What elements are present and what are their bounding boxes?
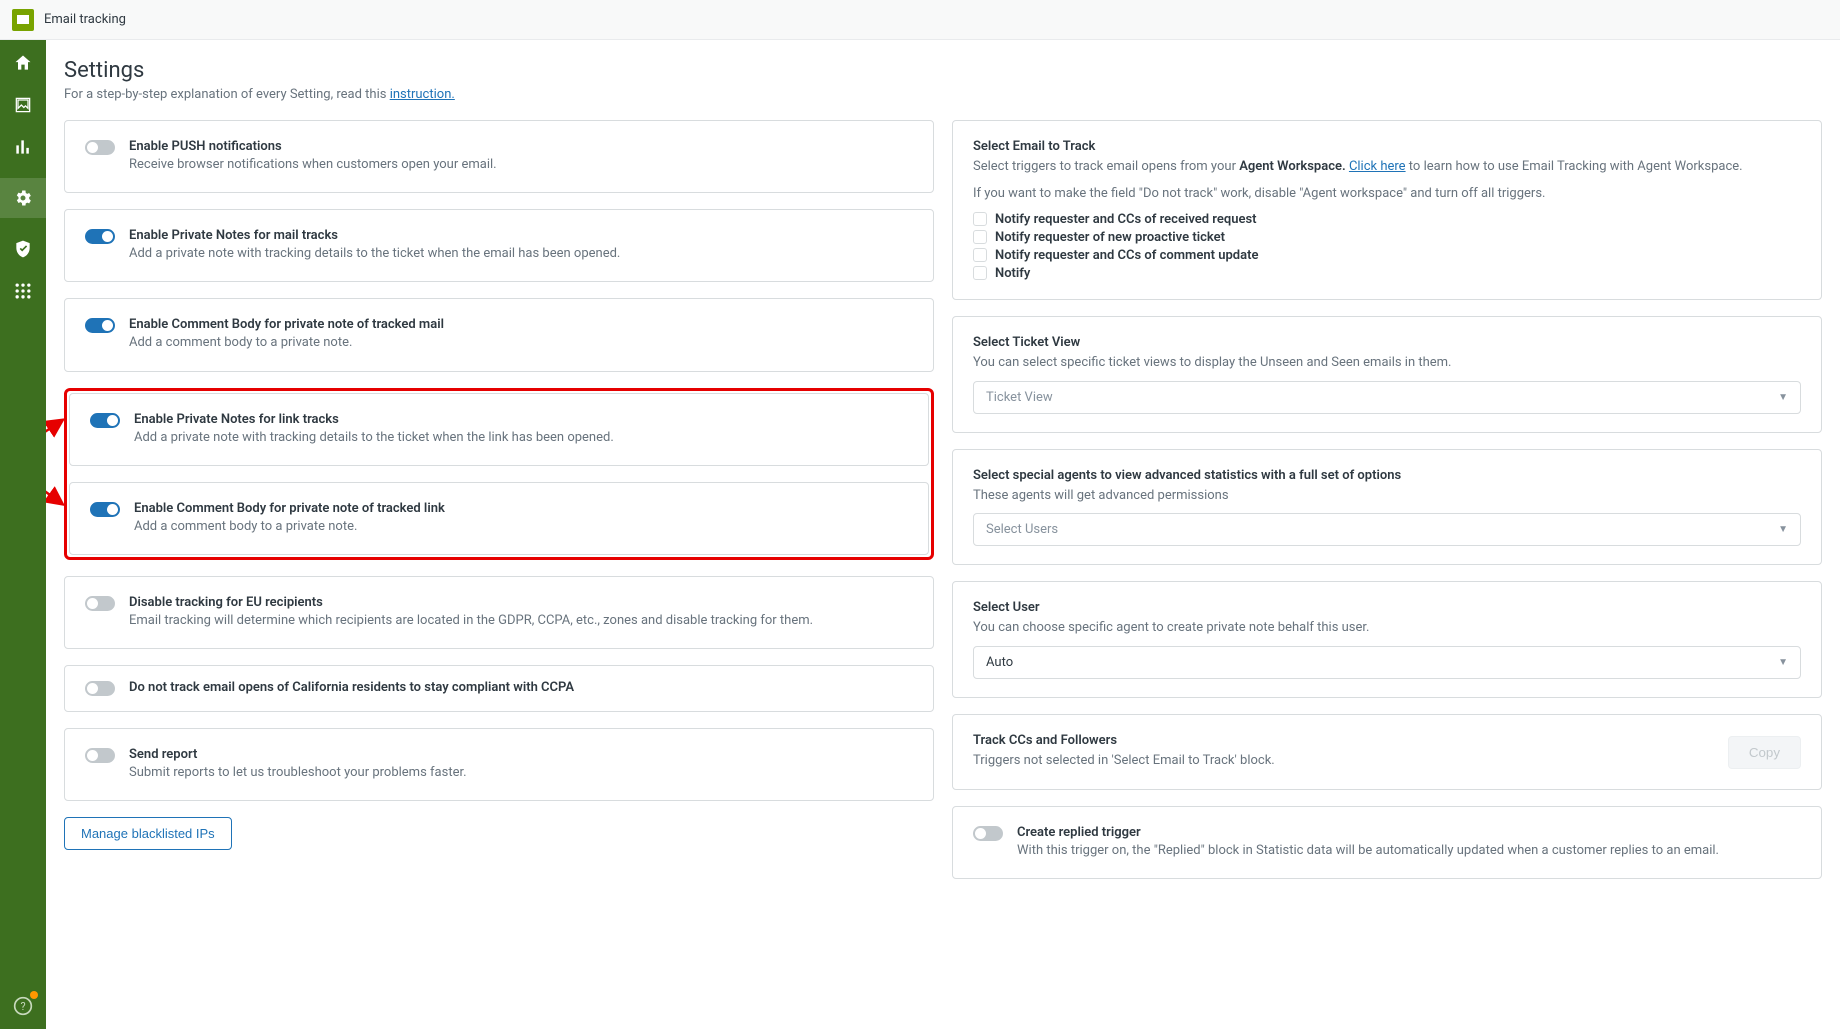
section-desc: You can choose specific agent to create … [973,619,1801,638]
image-icon[interactable] [12,94,34,116]
highlighted-settings: Enable Private Notes for link tracks Add… [64,388,934,560]
setting-desc: Email tracking will determine which reci… [129,612,813,630]
select-placeholder: Select Users [986,522,1058,537]
section-title: Select special agents to view advanced s… [973,468,1801,483]
section-desc-2: If you want to make the field "Do not tr… [973,185,1801,204]
ticket-view-select[interactable]: Ticket View ▼ [973,381,1801,414]
select-placeholder: Ticket View [986,390,1053,405]
toggle-disable-eu[interactable] [85,596,115,611]
select-user-select[interactable]: Auto ▼ [973,646,1801,679]
instruction-link[interactable]: instruction. [390,87,455,102]
setting-title: Send report [129,747,467,762]
chevron-down-icon: ▼ [1778,524,1788,535]
setting-desc: With this trigger on, the "Replied" bloc… [1017,842,1719,860]
setting-card-comment-body-link: Enable Comment Body for private note of … [69,482,929,555]
toggle-send-report[interactable] [85,748,115,763]
toggle-ccpa[interactable] [85,681,115,696]
app-title: Email tracking [44,12,126,27]
checkbox[interactable] [973,230,987,244]
click-here-link[interactable]: Click here [1349,159,1406,174]
setting-desc: Add a private note with tracking details… [134,429,614,447]
section-desc: You can select specific ticket views to … [973,354,1801,373]
setting-desc: Add a comment body to a private note. [134,518,445,536]
setting-title: Do not track email opens of California r… [129,680,574,695]
checkbox-label: Notify requester and CCs of received req… [995,212,1257,227]
toggle-private-notes-link[interactable] [90,413,120,428]
svg-text:?: ? [20,1000,25,1013]
section-desc: Select triggers to track email opens fro… [973,158,1801,177]
page-subtitle: For a step-by-step explanation of every … [64,87,1822,102]
setting-title: Disable tracking for EU recipients [129,595,813,610]
setting-title: Enable PUSH notifications [129,139,497,154]
select-email-card: Select Email to Track Select triggers to… [952,120,1822,300]
section-desc: These agents will get advanced permissio… [973,487,1801,506]
section-title: Select User [973,600,1801,615]
toggle-push[interactable] [85,140,115,155]
shield-icon[interactable] [12,238,34,260]
sidebar: ? [0,40,46,1029]
special-agents-card: Select special agents to view advanced s… [952,449,1822,566]
track-cc-card: Track CCs and Followers Triggers not sel… [952,714,1822,790]
setting-title: Enable Comment Body for private note of … [129,317,444,332]
checkbox[interactable] [973,266,987,280]
apps-icon[interactable] [12,280,34,302]
help-icon[interactable]: ? [12,995,34,1017]
manage-blacklist-button[interactable]: Manage blacklisted IPs [64,817,232,850]
ticket-view-card: Select Ticket View You can select specif… [952,316,1822,433]
replied-trigger-card: Create replied trigger With this trigger… [952,806,1822,879]
setting-card-comment-body-mail: Enable Comment Body for private note of … [64,298,934,371]
copy-button[interactable]: Copy [1728,736,1801,769]
checkbox[interactable] [973,248,987,262]
setting-title: Create replied trigger [1017,825,1719,840]
toggle-comment-body-link[interactable] [90,502,120,517]
setting-desc: Add a private note with tracking details… [129,245,620,263]
setting-card-private-notes-mail: Enable Private Notes for mail tracks Add… [64,209,934,282]
section-title: Select Ticket View [973,335,1801,350]
chevron-down-icon: ▼ [1778,657,1788,668]
setting-card-ccpa: Do not track email opens of California r… [64,665,934,712]
setting-title: Enable Private Notes for mail tracks [129,228,620,243]
left-column: Enable PUSH notifications Receive browse… [64,120,934,879]
setting-desc: Submit reports to let us troubleshoot yo… [129,764,467,782]
chevron-down-icon: ▼ [1778,392,1788,403]
toggle-private-notes-mail[interactable] [85,229,115,244]
stats-icon[interactable] [12,136,34,158]
setting-desc: Add a comment body to a private note. [129,334,444,352]
setting-card-private-notes-link: Enable Private Notes for link tracks Add… [69,393,929,466]
trigger-checklist: Notify requester and CCs of received req… [973,212,1801,281]
toggle-comment-body-mail[interactable] [85,318,115,333]
section-desc: Triggers not selected in 'Select Email t… [973,752,1708,771]
notification-dot [30,991,38,999]
right-column: Select Email to Track Select triggers to… [952,120,1822,879]
checkbox-label: Notify [995,266,1030,281]
setting-title: Enable Comment Body for private note of … [134,501,445,516]
main-content: Settings For a step-by-step explanation … [46,40,1840,1029]
subtitle-text: For a step-by-step explanation of every … [64,87,390,102]
setting-card-disable-eu: Disable tracking for EU recipients Email… [64,576,934,649]
setting-card-send-report: Send report Submit reports to let us tro… [64,728,934,801]
section-title: Select Email to Track [973,139,1801,154]
settings-icon[interactable] [0,178,46,218]
checkbox-label: Notify requester of new proactive ticket [995,230,1225,245]
checkbox[interactable] [973,212,987,226]
annotation-arrows [46,403,71,543]
setting-card-push: Enable PUSH notifications Receive browse… [64,120,934,193]
setting-title: Enable Private Notes for link tracks [134,412,614,427]
toggle-replied-trigger[interactable] [973,826,1003,841]
select-value: Auto [986,655,1013,670]
section-title: Track CCs and Followers [973,733,1708,748]
app-logo [12,9,34,31]
page-title: Settings [64,58,1822,83]
home-icon[interactable] [12,52,34,74]
top-header: Email tracking [0,0,1840,40]
checkbox-label: Notify requester and CCs of comment upda… [995,248,1258,263]
setting-desc: Receive browser notifications when custo… [129,156,497,174]
special-agents-select[interactable]: Select Users ▼ [973,513,1801,546]
select-user-card: Select User You can choose specific agen… [952,581,1822,698]
